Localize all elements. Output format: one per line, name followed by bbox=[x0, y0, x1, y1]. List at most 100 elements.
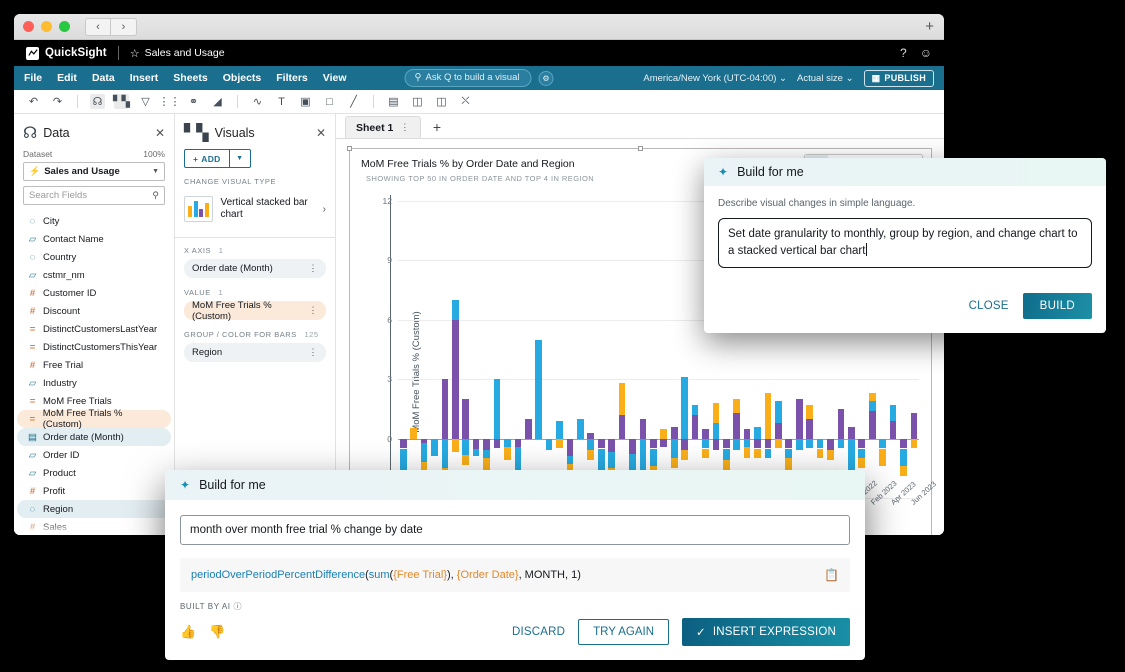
bar-segment[interactable] bbox=[567, 439, 574, 457]
bar-column[interactable] bbox=[481, 201, 491, 498]
bar-segment[interactable] bbox=[817, 439, 824, 449]
bar-segment[interactable] bbox=[702, 439, 709, 449]
add-visual-dropdown[interactable]: ▼ bbox=[230, 149, 251, 168]
field-list-item[interactable]: ◌Region bbox=[17, 500, 171, 518]
bar-column[interactable] bbox=[627, 201, 637, 498]
field-list-item[interactable]: ▱Product bbox=[17, 464, 171, 482]
menu-item-insert[interactable]: Insert bbox=[130, 72, 159, 84]
field-list-item[interactable]: ▱Industry bbox=[17, 374, 171, 392]
shape-icon[interactable]: □ bbox=[322, 94, 337, 109]
bar-segment[interactable] bbox=[546, 439, 553, 451]
insert-expression-button[interactable]: ✓ INSERT EXPRESSION bbox=[682, 618, 850, 646]
menu-item-file[interactable]: File bbox=[24, 72, 42, 84]
bar-segment[interactable] bbox=[660, 439, 667, 447]
bar-segment[interactable] bbox=[587, 439, 594, 451]
bar-segment[interactable] bbox=[775, 423, 782, 439]
redo-icon[interactable]: ↷ bbox=[50, 94, 65, 109]
bar-column[interactable] bbox=[513, 201, 523, 498]
field-list-item[interactable]: #Discount bbox=[17, 302, 171, 320]
bar-segment[interactable] bbox=[462, 455, 469, 465]
bar-segment[interactable] bbox=[785, 439, 792, 449]
sheet-tab-menu-icon[interactable]: ⋮ bbox=[400, 122, 410, 133]
help-icon[interactable]: ? bbox=[900, 46, 907, 60]
bar-segment[interactable] bbox=[754, 449, 761, 459]
bar-segment[interactable] bbox=[421, 443, 428, 463]
build-button[interactable]: BUILD bbox=[1023, 293, 1092, 319]
insight-icon[interactable]: ⚭ bbox=[186, 94, 201, 109]
bar-segment[interactable] bbox=[785, 449, 792, 459]
forward-button[interactable]: › bbox=[111, 18, 137, 36]
bar-column[interactable] bbox=[492, 201, 502, 498]
expression-prompt-input[interactable]: month over month free trial % change by … bbox=[180, 515, 850, 545]
bar-segment[interactable] bbox=[504, 439, 511, 447]
bar-column[interactable] bbox=[502, 201, 512, 498]
field-list-item[interactable]: ▤Order date (Month) bbox=[17, 428, 171, 446]
bar-segment[interactable] bbox=[890, 421, 897, 439]
bar-segment[interactable] bbox=[806, 439, 813, 449]
bar-segment[interactable] bbox=[713, 439, 720, 451]
add-visual-button[interactable]: + ADD bbox=[184, 149, 230, 168]
generated-expression[interactable]: periodOverPeriodPercentDifference(sum({F… bbox=[180, 558, 850, 592]
bar-segment[interactable] bbox=[650, 449, 657, 467]
try-again-button[interactable]: TRY AGAIN bbox=[578, 619, 669, 645]
bar-segment[interactable] bbox=[494, 379, 501, 438]
bar-column[interactable] bbox=[659, 201, 669, 498]
bar-segment[interactable] bbox=[410, 428, 417, 439]
bar-segment[interactable] bbox=[869, 393, 876, 401]
back-button[interactable]: ‹ bbox=[85, 18, 111, 36]
text-icon[interactable]: T bbox=[274, 94, 289, 109]
bar-segment[interactable] bbox=[900, 449, 907, 467]
bar-column[interactable] bbox=[523, 201, 533, 498]
bar-column[interactable] bbox=[596, 201, 606, 498]
bar-segment[interactable] bbox=[869, 401, 876, 411]
bar-segment[interactable] bbox=[619, 415, 626, 439]
bar-column[interactable] bbox=[565, 201, 575, 498]
bar-segment[interactable] bbox=[483, 439, 490, 451]
bar-segment[interactable] bbox=[567, 456, 574, 464]
bar-column[interactable] bbox=[398, 201, 408, 498]
field-list-item[interactable]: =DistinctCustomersLastYear bbox=[17, 320, 171, 338]
field-list-item[interactable]: ▱cstmr_nm bbox=[17, 266, 171, 284]
bar-segment[interactable] bbox=[587, 450, 594, 460]
bar-segment[interactable] bbox=[713, 423, 720, 439]
dashboard-name[interactable]: Sales and Usage bbox=[145, 47, 225, 59]
field-well-group-color[interactable]: Region ⋮ bbox=[184, 343, 326, 362]
bar-segment[interactable] bbox=[848, 439, 855, 471]
bar-segment[interactable] bbox=[702, 449, 709, 459]
bar-segment[interactable] bbox=[556, 439, 563, 449]
bar-segment[interactable] bbox=[504, 447, 511, 461]
bar-segment[interactable] bbox=[911, 439, 918, 449]
bar-segment[interactable] bbox=[629, 439, 636, 455]
bar-segment[interactable] bbox=[827, 450, 834, 460]
build-for-me-prompt-input[interactable]: Set date granularity to monthly, group b… bbox=[718, 218, 1092, 268]
bar-segment[interactable] bbox=[733, 413, 740, 439]
parameters-icon[interactable]: ⋮⋮ bbox=[162, 94, 177, 109]
bar-segment[interactable] bbox=[796, 439, 803, 451]
thumbs-up-icon[interactable]: 👍 bbox=[180, 624, 196, 640]
bar-segment[interactable] bbox=[483, 450, 490, 458]
bar-segment[interactable] bbox=[723, 449, 730, 461]
more-menu-icon[interactable]: ⋮ bbox=[309, 263, 319, 274]
line-icon[interactable]: ∿ bbox=[250, 94, 265, 109]
bar-segment[interactable] bbox=[452, 320, 459, 439]
bar-segment[interactable] bbox=[817, 449, 824, 459]
bar-segment[interactable] bbox=[858, 449, 865, 459]
bar-chart-icon[interactable]: ▘▚ bbox=[114, 94, 129, 109]
bar-segment[interactable] bbox=[671, 439, 678, 459]
publish-button[interactable]: ▦ PUBLISH bbox=[864, 70, 934, 87]
bar-segment[interactable] bbox=[535, 340, 542, 439]
bar-segment[interactable] bbox=[838, 439, 845, 449]
dataset-selector[interactable]: ⚡ Sales and Usage ▼ bbox=[23, 162, 165, 181]
bar-segment[interactable] bbox=[483, 458, 490, 470]
bar-segment[interactable] bbox=[723, 439, 730, 449]
tab-sheet-1[interactable]: Sheet 1 ⋮ bbox=[345, 116, 421, 138]
resize-handle-top-left[interactable] bbox=[347, 146, 352, 151]
bar-segment[interactable] bbox=[577, 419, 584, 439]
bar-segment[interactable] bbox=[869, 411, 876, 439]
bar-segment[interactable] bbox=[879, 439, 886, 449]
discard-button[interactable]: DISCARD bbox=[512, 626, 565, 638]
bar-segment[interactable] bbox=[744, 439, 751, 447]
bar-segment[interactable] bbox=[911, 413, 918, 439]
layout-icon[interactable]: ▤ bbox=[386, 94, 401, 109]
container-icon[interactable]: ◫ bbox=[410, 94, 425, 109]
